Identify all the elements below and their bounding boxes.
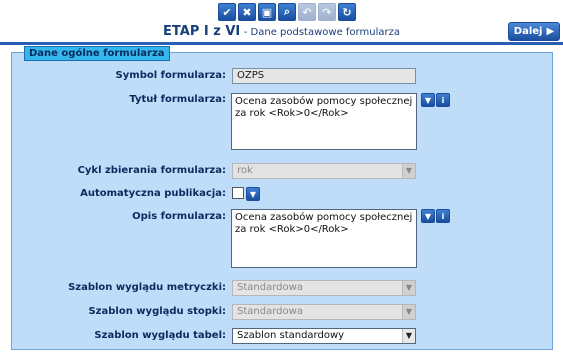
stage-title: ETAP I z VI bbox=[163, 24, 241, 39]
title-textarea[interactable]: Ocena zasobów pomocy społecznej za rok <… bbox=[231, 93, 417, 150]
next-button[interactable]: Dalej ▶ bbox=[508, 22, 560, 41]
title-info-icon[interactable]: i bbox=[436, 93, 450, 107]
redo-icon: ↷ bbox=[318, 3, 336, 21]
autopub-dropdown-icon[interactable]: ▼ bbox=[246, 187, 260, 201]
title-dropdown-icon[interactable]: ▼ bbox=[421, 93, 435, 107]
arrow-right-icon: ▶ bbox=[546, 26, 555, 37]
chevron-down-icon: ▼ bbox=[402, 305, 415, 319]
table-select[interactable]: Szablon standardowy ▼ bbox=[232, 328, 416, 344]
desc-dropdown-icon[interactable]: ▼ bbox=[421, 209, 435, 223]
chevron-down-icon: ▼ bbox=[402, 164, 415, 178]
autopub-label: Automatyczna publikacja: bbox=[80, 188, 226, 199]
next-button-label: Dalej bbox=[513, 26, 543, 37]
save-icon[interactable]: ▣ bbox=[258, 3, 276, 21]
refresh-icon[interactable]: ↻ bbox=[338, 3, 356, 21]
close-icon[interactable]: ✖ bbox=[238, 3, 256, 21]
cycle-select-value: rok bbox=[237, 165, 253, 176]
footer-label: Szablon wyglądu stopki: bbox=[88, 306, 226, 317]
metric-select: Standardowa ▼ bbox=[232, 280, 416, 296]
section-title: Dane ogólne formularza bbox=[24, 46, 170, 61]
table-select-value: Szablon standardowy bbox=[237, 330, 345, 341]
undo-icon: ↶ bbox=[298, 3, 316, 21]
metric-label: Szablon wyglądu metryczki: bbox=[68, 282, 226, 293]
desc-textarea[interactable]: Ocena zasobów pomocy społecznej za rok <… bbox=[231, 209, 417, 268]
desc-info-icon[interactable]: i bbox=[436, 209, 450, 223]
desc-label: Opis formularza: bbox=[132, 211, 226, 222]
stage-subtitle: - Dane podstawowe formularza bbox=[243, 27, 400, 38]
page-title: ETAP I z VI - Dane podstawowe formularza bbox=[0, 24, 563, 39]
chevron-down-icon: ▼ bbox=[402, 281, 415, 295]
chevron-down-icon[interactable]: ▼ bbox=[402, 329, 415, 343]
cycle-label: Cykl zbierania formularza: bbox=[77, 165, 226, 176]
header-divider bbox=[0, 42, 563, 45]
check-icon[interactable]: ✔ bbox=[218, 3, 236, 21]
footer-select-value: Standardowa bbox=[237, 306, 303, 317]
toolbar: ✔ ✖ ▣ ⌕ ↶ ↷ ↻ bbox=[218, 3, 356, 21]
search-icon[interactable]: ⌕ bbox=[278, 3, 296, 21]
title-label: Tytuł formularza: bbox=[129, 94, 226, 105]
metric-select-value: Standardowa bbox=[237, 282, 303, 293]
footer-select: Standardowa ▼ bbox=[232, 304, 416, 320]
cycle-select: rok ▼ bbox=[232, 163, 416, 179]
table-label: Szablon wyglądu tabel: bbox=[94, 330, 226, 341]
symbol-input[interactable]: OZPS bbox=[232, 68, 416, 84]
autopub-checkbox[interactable] bbox=[232, 187, 244, 199]
symbol-label: Symbol formularza: bbox=[115, 70, 226, 81]
